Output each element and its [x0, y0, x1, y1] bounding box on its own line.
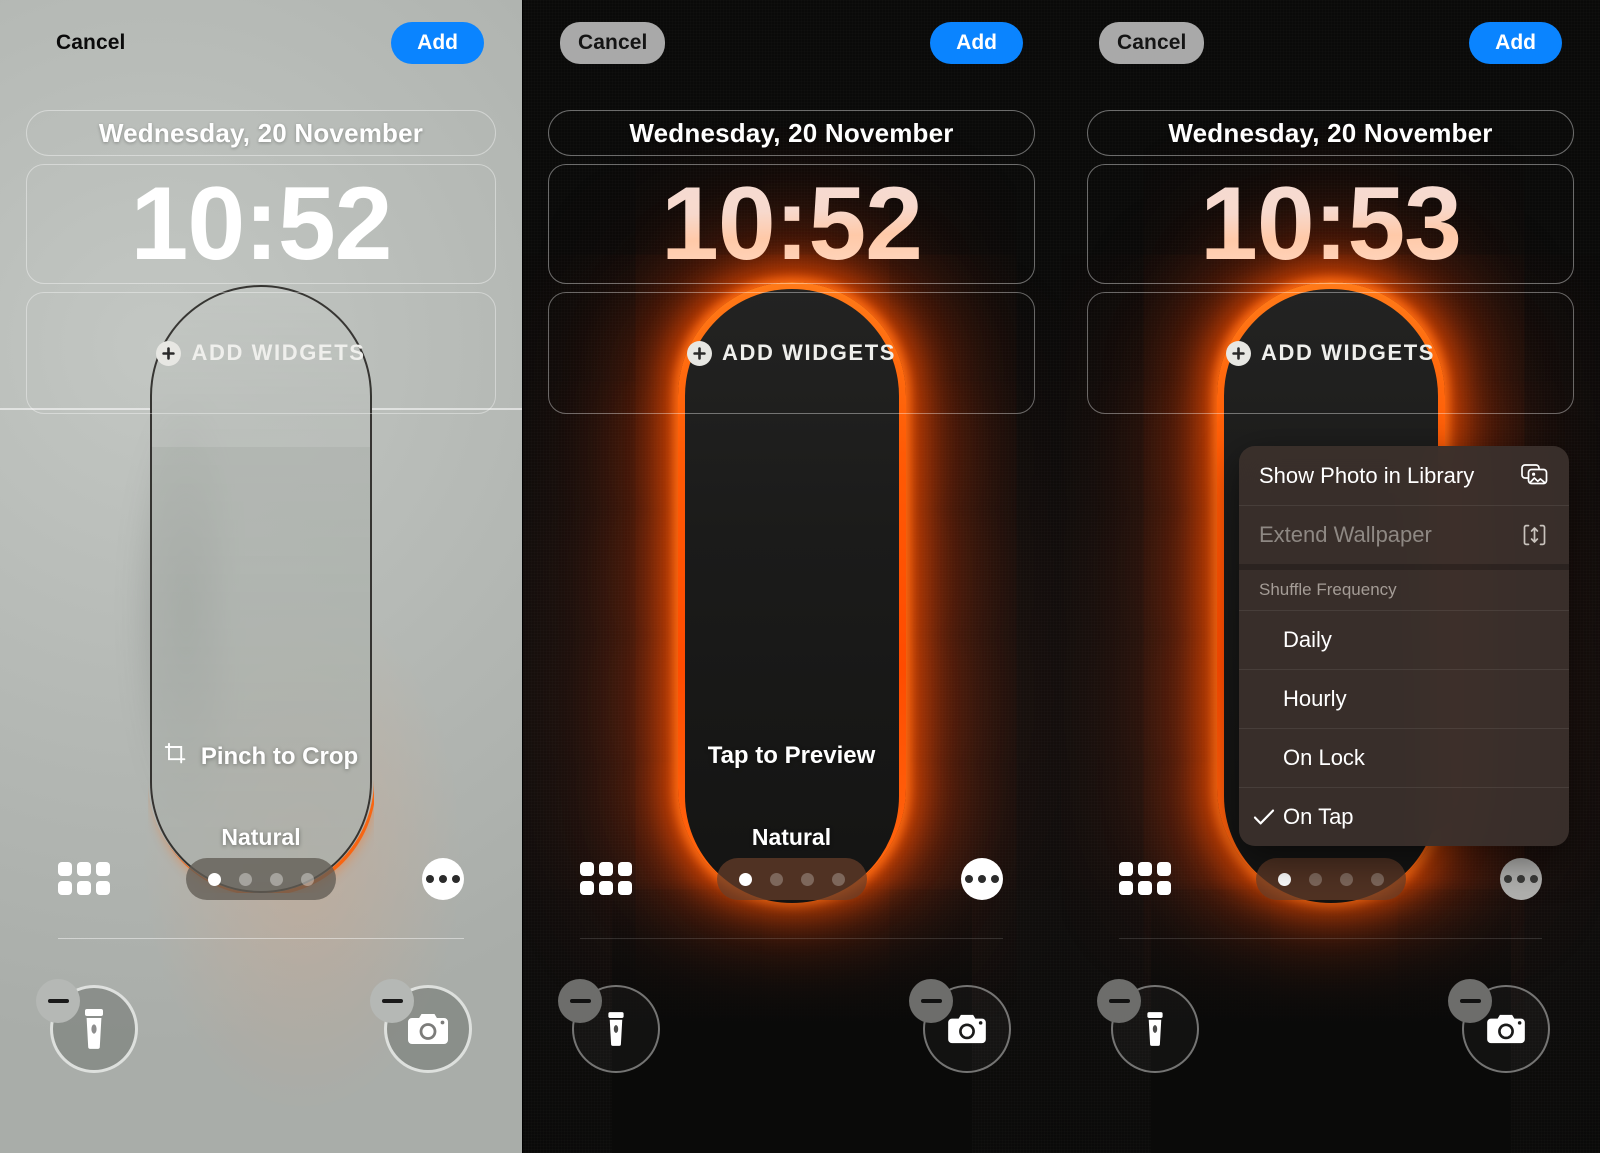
page-dots-2[interactable]	[716, 858, 867, 900]
crop-icon	[164, 742, 188, 771]
menu-item-label: Show Photo in Library	[1259, 462, 1475, 488]
checkmark-icon	[1253, 808, 1283, 826]
date-field[interactable]: Wednesday, 20 November	[1087, 110, 1574, 156]
more-options-button[interactable]	[422, 858, 464, 900]
menu-item-label: Extend Wallpaper	[1259, 522, 1432, 547]
control-row-2	[522, 858, 1061, 908]
add-widgets-label: ADD WIDGETS	[1260, 340, 1436, 365]
menu-item-hourly[interactable]: Hourly	[1239, 669, 1569, 728]
add-button[interactable]: Add	[391, 22, 484, 64]
plus-icon	[1225, 340, 1251, 366]
top-toolbar-1: Cancel Add	[0, 0, 522, 86]
preview-hint[interactable]: Tap to Preview	[522, 742, 1061, 770]
date-text: Wednesday, 20 November	[98, 117, 424, 148]
menu-item-label: On Lock	[1283, 745, 1365, 770]
date-field[interactable]: Wednesday, 20 November	[26, 110, 496, 156]
add-widgets-button[interactable]: ADD WIDGETS	[1087, 292, 1574, 414]
time-text: 10:53	[1200, 166, 1462, 282]
grid-icon[interactable]	[580, 862, 632, 895]
menu-item-daily[interactable]: Daily	[1239, 610, 1569, 669]
menu-item-show-photo-in-library[interactable]: Show Photo in Library	[1239, 446, 1569, 505]
wallpaper-panel-1: Cancel Add Wednesday, 20 November 10:52 …	[0, 0, 522, 1153]
add-widgets-label: ADD WIDGETS	[191, 340, 366, 365]
plus-icon	[156, 340, 182, 366]
crop-hint-text: Pinch to Crop	[200, 742, 359, 770]
add-widgets-button[interactable]: ADD WIDGETS	[26, 292, 496, 414]
cancel-button[interactable]: Cancel	[38, 22, 143, 64]
menu-section-shuffle-frequency: Shuffle Frequency	[1239, 564, 1569, 610]
top-toolbar-2: Cancel Add	[522, 0, 1061, 86]
date-field[interactable]: Wednesday, 20 November	[548, 110, 1035, 156]
screenshot-stage: Cancel Add Wednesday, 20 November 10:52 …	[0, 0, 1600, 1153]
cancel-button[interactable]: Cancel	[560, 22, 666, 64]
control-row-3	[1061, 858, 1600, 908]
wallpaper-panel-2: Cancel Add Wednesday, 20 November 10:52 …	[522, 0, 1061, 1153]
add-widgets-label: ADD WIDGETS	[721, 340, 897, 365]
grid-icon[interactable]	[1119, 862, 1171, 895]
menu-item-on-lock[interactable]: On Lock	[1239, 728, 1569, 787]
cancel-button[interactable]: Cancel	[1099, 22, 1205, 64]
more-options-button[interactable]	[961, 858, 1003, 900]
style-label-2: Natural	[751, 824, 832, 850]
style-label-1: Natural	[221, 824, 301, 850]
add-widgets-button[interactable]: ADD WIDGETS	[548, 292, 1035, 414]
menu-item-extend-wallpaper[interactable]: Extend Wallpaper	[1239, 505, 1569, 564]
wallpaper-panel-3: Cancel Add Wednesday, 20 November 10:53 …	[1061, 0, 1600, 1153]
menu-item-label: Daily	[1283, 627, 1332, 652]
time-text: 10:52	[661, 166, 923, 282]
top-toolbar-3: Cancel Add	[1061, 0, 1600, 86]
grid-icon[interactable]	[58, 862, 110, 895]
page-dots-1[interactable]	[186, 858, 336, 900]
add-button[interactable]: Add	[930, 22, 1023, 64]
photo-library-icon	[1519, 461, 1549, 491]
menu-item-on-tap[interactable]: On Tap	[1239, 787, 1569, 846]
wallpaper-context-menu: Show Photo in Library Extend Wallpaper S…	[1239, 446, 1569, 846]
more-options-button[interactable]	[1500, 858, 1542, 900]
menu-item-label: Hourly	[1283, 686, 1347, 711]
panel-divider	[522, 0, 523, 1153]
plus-icon	[686, 340, 712, 366]
time-field[interactable]: 10:53	[1087, 164, 1574, 284]
time-field[interactable]: 10:52	[26, 164, 496, 284]
time-field[interactable]: 10:52	[548, 164, 1035, 284]
lock-screen-preview-1: Wednesday, 20 November 10:52 ADD WIDGETS…	[0, 0, 522, 1153]
page-dots-3[interactable]	[1255, 858, 1406, 900]
time-text: 10:52	[130, 166, 393, 282]
preview-hint-text: Tap to Preview	[707, 742, 876, 769]
date-text: Wednesday, 20 November	[629, 117, 954, 148]
crop-hint: Pinch to Crop	[0, 742, 522, 771]
date-text: Wednesday, 20 November	[1168, 117, 1493, 148]
control-row-1	[0, 858, 522, 908]
menu-item-label: On Tap	[1283, 804, 1354, 829]
add-button[interactable]: Add	[1469, 22, 1562, 64]
lock-screen-preview-2: Wednesday, 20 November 10:52 ADD WIDGETS…	[522, 0, 1061, 1153]
extend-arrows-icon	[1519, 520, 1549, 550]
